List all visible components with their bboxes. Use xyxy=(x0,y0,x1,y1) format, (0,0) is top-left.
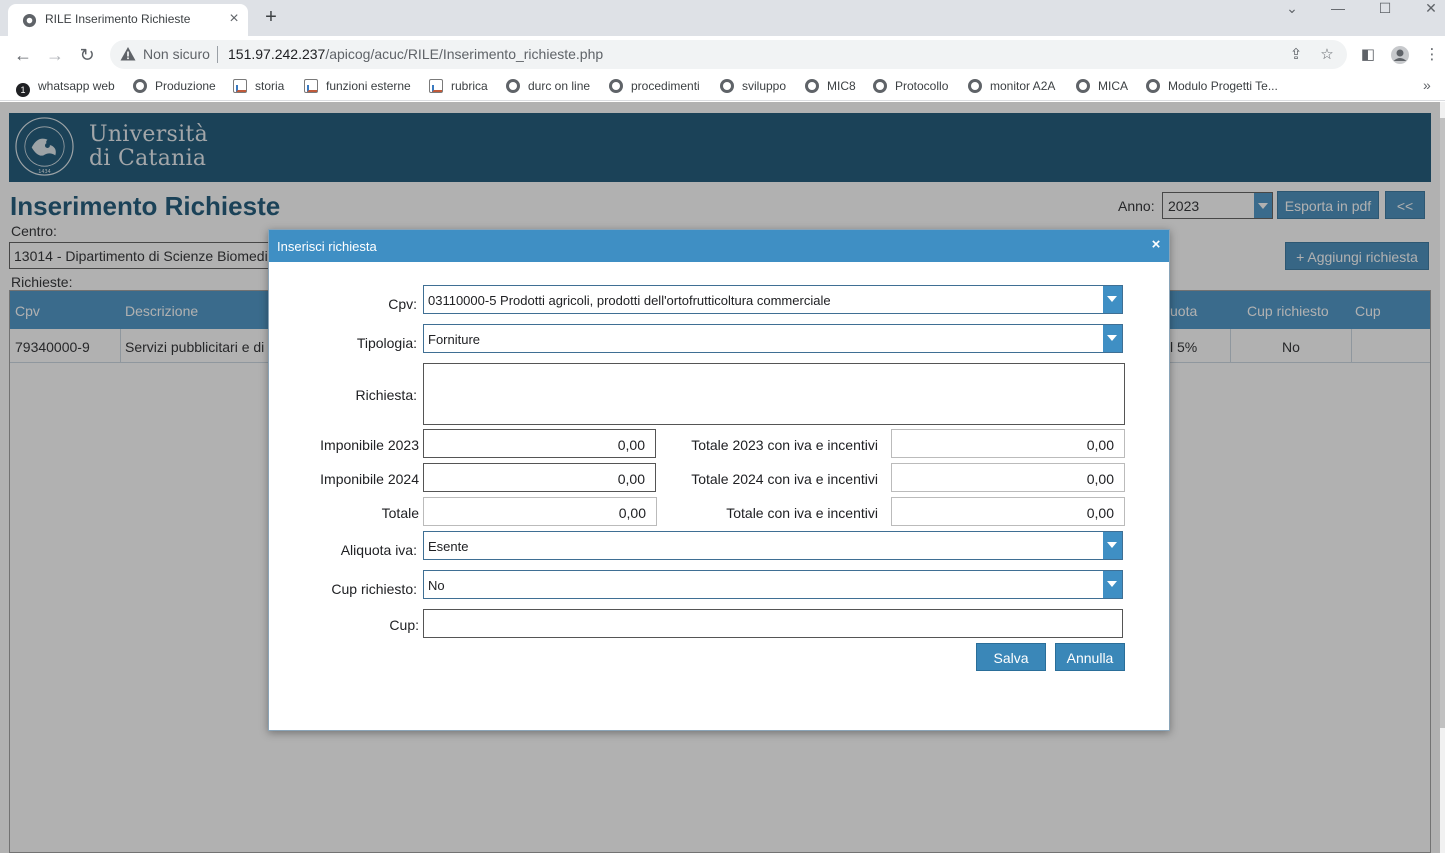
minimize-icon[interactable]: — xyxy=(1327,0,1349,18)
cpv-label: Cpv: xyxy=(388,296,417,312)
globe-icon xyxy=(506,79,520,93)
new-tab-button[interactable]: + xyxy=(260,5,282,29)
bookmark-rubrica[interactable]: rubrica xyxy=(429,79,488,96)
imponibile-2024-label: Imponibile 2024 xyxy=(320,471,419,487)
browser-tab[interactable]: RILE Inserimento Richieste × xyxy=(8,4,248,36)
bookmark-monitor-a2a[interactable]: monitor A2A xyxy=(968,79,1055,96)
globe-icon xyxy=(873,79,887,93)
globe-icon xyxy=(968,79,982,93)
tab-close-icon[interactable]: × xyxy=(226,9,242,29)
bookmark-funzioni-esterne[interactable]: funzioni esterne xyxy=(304,79,411,96)
richiesta-textarea[interactable] xyxy=(423,363,1125,425)
window-close-icon[interactable]: ✕ xyxy=(1420,0,1442,18)
chevron-down-icon[interactable] xyxy=(1103,286,1122,313)
imponibile-2024-input[interactable]: 0,00 xyxy=(423,463,656,492)
url-host: 151.97.242.237 xyxy=(228,46,326,62)
bookmarks-bar: 1 whatsapp web Produzione storia funzioni… xyxy=(0,73,1445,101)
globe-icon xyxy=(805,79,819,93)
side-panel-icon[interactable]: ◧ xyxy=(1357,44,1379,66)
totale-label: Totale xyxy=(381,505,419,521)
forward-arrow-icon[interactable]: → xyxy=(44,44,66,66)
cpv-value: 03110000-5 Prodotti agricoli, prodotti d… xyxy=(428,293,831,308)
tipologia-select[interactable]: Forniture xyxy=(423,324,1123,353)
save-button[interactable]: Salva xyxy=(976,643,1046,671)
imponibile-2023-input[interactable]: 0,00 xyxy=(423,429,656,458)
browser-toolbar: ← → ↻ Non sicuro 151.97.242.237/apicog/a… xyxy=(0,36,1445,73)
bookmark-modulo-progetti[interactable]: Modulo Progetti Te... xyxy=(1146,79,1278,96)
image-icon xyxy=(304,79,318,93)
address-bar[interactable]: Non sicuro 151.97.242.237/apicog/acuc/RI… xyxy=(110,40,1347,69)
cup-richiesto-value: No xyxy=(428,578,445,593)
url-path: /apicog/acuc/RILE/Inserimento_richieste.… xyxy=(325,46,604,62)
bookmark-procedimenti[interactable]: procedimenti xyxy=(609,79,700,96)
chevron-down-icon[interactable] xyxy=(1103,571,1122,598)
tipologia-label: Tipologia: xyxy=(356,335,417,351)
globe-icon xyxy=(22,13,37,28)
back-arrow-icon[interactable]: ← xyxy=(12,44,34,66)
cpv-select[interactable]: 03110000-5 Prodotti agricoli, prodotti d… xyxy=(423,285,1123,314)
bookmark-sviluppo[interactable]: sviluppo xyxy=(720,79,786,96)
close-icon[interactable]: × xyxy=(1149,237,1163,252)
share-icon[interactable]: ⇪ xyxy=(1287,46,1305,64)
globe-icon xyxy=(1146,79,1160,93)
url-text: 151.97.242.237/apicog/acuc/RILE/Inserime… xyxy=(228,46,603,62)
image-icon xyxy=(233,79,247,93)
totale-input[interactable]: 0,00 xyxy=(423,497,657,526)
totale-2024-input[interactable]: 0,00 xyxy=(891,463,1125,492)
imponibile-2023-label: Imponibile 2023 xyxy=(320,437,419,453)
dialog-titlebar: Inserisci richiesta × xyxy=(269,230,1169,262)
cup-richiesto-label: Cup richiesto: xyxy=(331,581,417,597)
page-scrollbar[interactable] xyxy=(1440,102,1445,853)
separator xyxy=(217,46,218,63)
bookmark-durc-on-line[interactable]: durc on line xyxy=(506,79,590,96)
totale-iva-label: Totale con iva e incentivi xyxy=(726,505,878,521)
menu-kebab-icon[interactable]: ⋮ xyxy=(1421,44,1443,66)
chevron-down-icon[interactable] xyxy=(1103,532,1122,559)
totale-2023-label: Totale 2023 con iva e incentivi xyxy=(691,437,878,453)
dialog-title: Inserisci richiesta xyxy=(277,239,377,254)
insecure-label: Non sicuro xyxy=(143,46,210,62)
globe-icon xyxy=(1076,79,1090,93)
totale-2024-label: Totale 2024 con iva e incentivi xyxy=(691,471,878,487)
cup-label: Cup: xyxy=(389,617,419,633)
totale-iva-input[interactable]: 0,00 xyxy=(891,497,1125,526)
globe-icon xyxy=(133,79,147,93)
profile-avatar-icon[interactable] xyxy=(1389,44,1411,66)
totale-2023-input[interactable]: 0,00 xyxy=(891,429,1125,458)
tab-title: RILE Inserimento Richieste xyxy=(45,12,191,26)
aliquota-value: Esente xyxy=(428,539,469,554)
cancel-button[interactable]: Annulla xyxy=(1055,643,1125,671)
bookmark-protocollo[interactable]: Protocollo xyxy=(873,79,948,96)
bookmark-produzione[interactable]: Produzione xyxy=(133,79,216,96)
warning-icon xyxy=(120,47,136,61)
globe-icon xyxy=(720,79,734,93)
reload-icon[interactable]: ↻ xyxy=(76,44,98,66)
whatsapp-icon: 1 xyxy=(16,83,30,97)
cup-richiesto-select[interactable]: No xyxy=(423,570,1123,599)
scrollbar-thumb[interactable] xyxy=(1440,118,1445,728)
bookmark-mica[interactable]: MICA xyxy=(1076,79,1128,96)
aliquota-select[interactable]: Esente xyxy=(423,531,1123,560)
bookmark-storia[interactable]: storia xyxy=(233,79,284,96)
chevron-down-icon[interactable] xyxy=(1103,325,1122,352)
image-icon xyxy=(429,79,443,93)
cup-input[interactable] xyxy=(423,609,1123,638)
bookmarks-overflow-icon[interactable]: » xyxy=(1423,77,1431,93)
globe-icon xyxy=(609,79,623,93)
insert-request-dialog: Inserisci richiesta × Cpv: 03110000-5 Pr… xyxy=(268,229,1170,731)
bookmark-whatsapp-web[interactable]: 1 whatsapp web xyxy=(16,79,115,97)
maximize-icon[interactable]: ☐ xyxy=(1374,0,1396,18)
bookmark-mic8[interactable]: MIC8 xyxy=(805,79,856,96)
tipologia-value: Forniture xyxy=(428,332,481,347)
richiesta-label: Richiesta: xyxy=(355,387,417,403)
aliquota-label: Aliquota iva: xyxy=(340,542,417,558)
tab-search-icon[interactable]: ⌄ xyxy=(1281,0,1303,18)
bookmark-star-icon[interactable]: ☆ xyxy=(1318,46,1336,64)
browser-tab-strip: RILE Inserimento Richieste × + ⌄ — ☐ ✕ xyxy=(0,0,1445,36)
